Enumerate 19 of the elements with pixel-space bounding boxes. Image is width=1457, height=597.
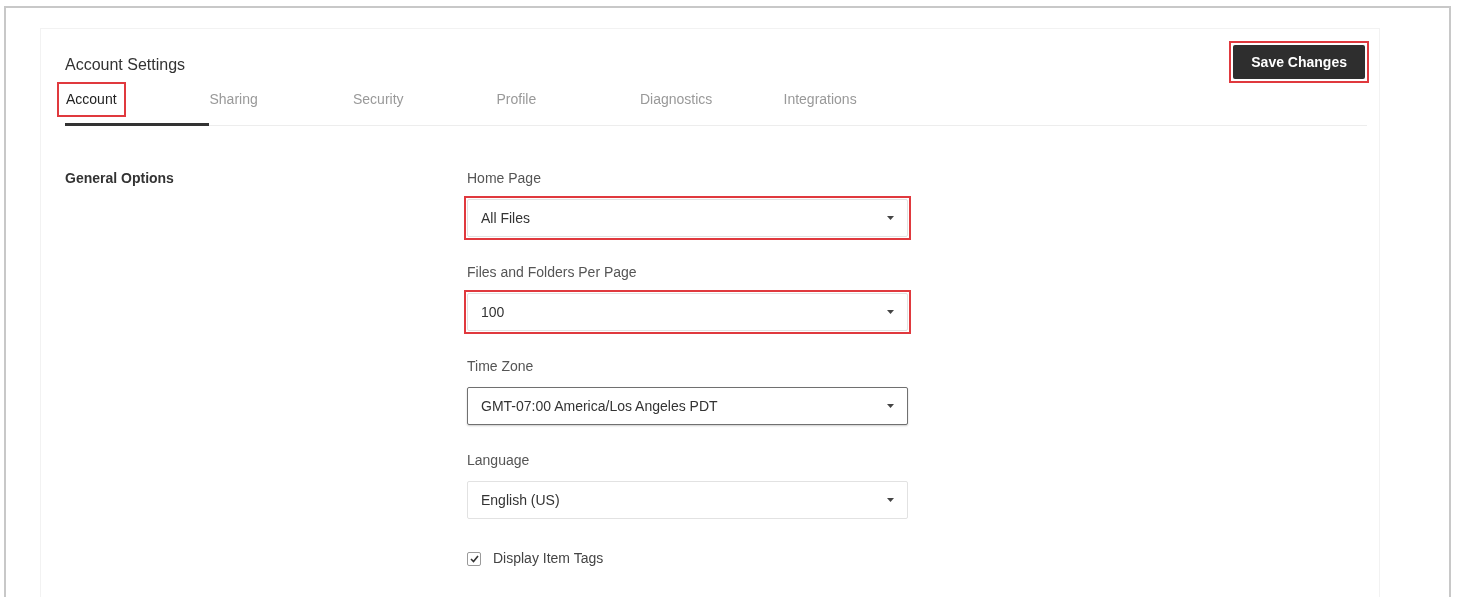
caret-icon xyxy=(887,310,894,314)
section-title: General Options xyxy=(65,169,175,188)
select-field[interactable]: GMT-07:00 America/Los Angeles PDT xyxy=(467,387,908,425)
checkbox[interactable] xyxy=(467,551,481,566)
select-field[interactable]: All Files xyxy=(467,199,908,237)
field-label: Language xyxy=(467,451,531,470)
select-field[interactable]: 100 xyxy=(467,293,908,331)
caret-icon xyxy=(887,216,894,220)
save-button[interactable]: Save Changes xyxy=(1233,45,1365,79)
field-label: Time Zone xyxy=(467,357,535,376)
caret-icon xyxy=(887,404,894,408)
select-field[interactable]: English (US) xyxy=(467,481,908,519)
caret-icon xyxy=(887,498,894,502)
checkbox-label: Display Item Tags xyxy=(493,549,604,568)
field-label: Files and Folders Per Page xyxy=(467,263,638,282)
checkmark-icon xyxy=(469,554,479,563)
field-label: Home Page xyxy=(467,169,542,188)
page-title: Account Settings xyxy=(65,55,186,75)
tab[interactable]: Account xyxy=(65,89,118,110)
